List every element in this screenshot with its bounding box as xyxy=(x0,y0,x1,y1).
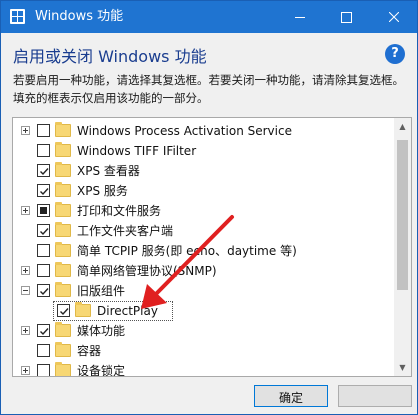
feature-label: XPS 服务 xyxy=(77,184,128,198)
dialog-heading: 启用或关闭 Windows 功能 xyxy=(13,47,207,66)
check-icon xyxy=(40,188,49,196)
feature-label: Windows TIFF IFilter xyxy=(77,144,197,158)
folder-icon xyxy=(55,202,71,217)
minimize-button[interactable] xyxy=(277,1,323,33)
feature-row[interactable]: 媒体功能 xyxy=(13,321,395,341)
maximize-icon xyxy=(341,12,352,23)
check-icon xyxy=(40,168,49,176)
folder-icon xyxy=(55,342,71,357)
feature-checkbox[interactable] xyxy=(37,164,50,177)
feature-checkbox[interactable] xyxy=(37,344,50,357)
feature-tree[interactable]: Windows Process Activation Service Window… xyxy=(12,117,396,377)
feature-row[interactable]: XPS 查看器 xyxy=(13,161,395,181)
collapse-icon[interactable] xyxy=(21,286,30,295)
window-title: Windows 功能 xyxy=(35,9,124,24)
feature-label: Windows Process Activation Service xyxy=(77,124,292,138)
feature-checkbox[interactable] xyxy=(37,144,50,157)
ok-button[interactable]: 确定 xyxy=(254,385,328,407)
cancel-button[interactable] xyxy=(338,385,412,407)
folder-icon xyxy=(55,142,71,157)
feature-label: 媒体功能 xyxy=(77,324,126,338)
expand-icon[interactable] xyxy=(21,126,30,135)
feature-row[interactable]: 容器 xyxy=(13,341,395,361)
feature-row[interactable]: Windows TIFF IFilter xyxy=(13,141,395,161)
folder-icon xyxy=(55,362,71,376)
feature-checkbox[interactable] xyxy=(37,204,50,217)
scroll-thumb[interactable] xyxy=(397,140,408,290)
feature-label: 打印和文件服务 xyxy=(77,204,162,218)
feature-label: 设备锁定 xyxy=(77,364,126,377)
close-icon xyxy=(389,12,399,22)
check-icon xyxy=(40,228,49,236)
folder-icon xyxy=(55,182,71,197)
dialog-description: 若要启用一种功能，请选择其复选框。若要关闭一种功能，请清除其复选框。填充的框表示… xyxy=(13,73,404,105)
check-icon xyxy=(40,288,49,296)
feature-label: 简单网络管理协议(SNMP) xyxy=(77,264,217,278)
expand-icon[interactable] xyxy=(21,326,30,335)
folder-icon xyxy=(55,222,71,237)
folder-icon xyxy=(55,162,71,177)
feature-row[interactable]: 简单 TCPIP 服务(即 echo、daytime 等) xyxy=(13,241,395,261)
expand-icon[interactable] xyxy=(21,206,30,215)
folder-icon xyxy=(55,122,71,137)
minimize-icon xyxy=(295,17,305,18)
scroll-down-icon[interactable]: ▼ xyxy=(394,359,411,376)
folder-icon xyxy=(55,322,71,337)
folder-icon xyxy=(55,262,71,277)
help-icon[interactable]: ? xyxy=(385,44,405,64)
feature-row[interactable]: 旧版组件 xyxy=(13,281,395,301)
feature-checkbox[interactable] xyxy=(37,284,50,297)
tree-scrollbar[interactable]: ▲ ▼ xyxy=(394,117,412,377)
feature-row[interactable]: DirectPlay xyxy=(13,301,395,321)
feature-checkbox[interactable] xyxy=(37,224,50,237)
feature-checkbox[interactable] xyxy=(37,364,50,376)
feature-label: 旧版组件 xyxy=(77,284,126,298)
feature-row[interactable]: 打印和文件服务 xyxy=(13,201,395,221)
feature-label: 简单 TCPIP 服务(即 echo、daytime 等) xyxy=(77,244,297,258)
feature-row[interactable]: 工作文件夹客户端 xyxy=(13,221,395,241)
feature-label: 工作文件夹客户端 xyxy=(77,224,174,238)
focus-outline xyxy=(53,301,173,321)
feature-label: XPS 查看器 xyxy=(77,164,140,178)
feature-checkbox[interactable] xyxy=(37,324,50,337)
feature-row[interactable]: Windows Process Activation Service xyxy=(13,121,395,141)
maximize-button[interactable] xyxy=(323,1,369,33)
scroll-up-icon[interactable]: ▲ xyxy=(394,118,411,135)
feature-label: 容器 xyxy=(77,344,102,358)
feature-checkbox[interactable] xyxy=(37,124,50,137)
title-bar[interactable]: Windows 功能 xyxy=(1,1,417,33)
feature-row[interactable]: 简单网络管理协议(SNMP) xyxy=(13,261,395,281)
feature-checkbox[interactable] xyxy=(37,264,50,277)
close-button[interactable] xyxy=(371,1,417,33)
windows-features-dialog: Windows 功能 启用或关闭 Windows 功能 ? 若要启用一种功能，请… xyxy=(0,0,418,415)
folder-icon xyxy=(55,282,71,297)
feature-row[interactable]: XPS 服务 xyxy=(13,181,395,201)
expand-icon[interactable] xyxy=(21,366,30,375)
feature-checkbox[interactable] xyxy=(37,244,50,257)
feature-row[interactable]: 设备锁定 xyxy=(13,361,395,377)
check-icon xyxy=(40,328,49,336)
folder-icon xyxy=(55,242,71,257)
expand-icon[interactable] xyxy=(21,266,30,275)
feature-checkbox[interactable] xyxy=(37,184,50,197)
windows-features-icon xyxy=(10,9,25,24)
